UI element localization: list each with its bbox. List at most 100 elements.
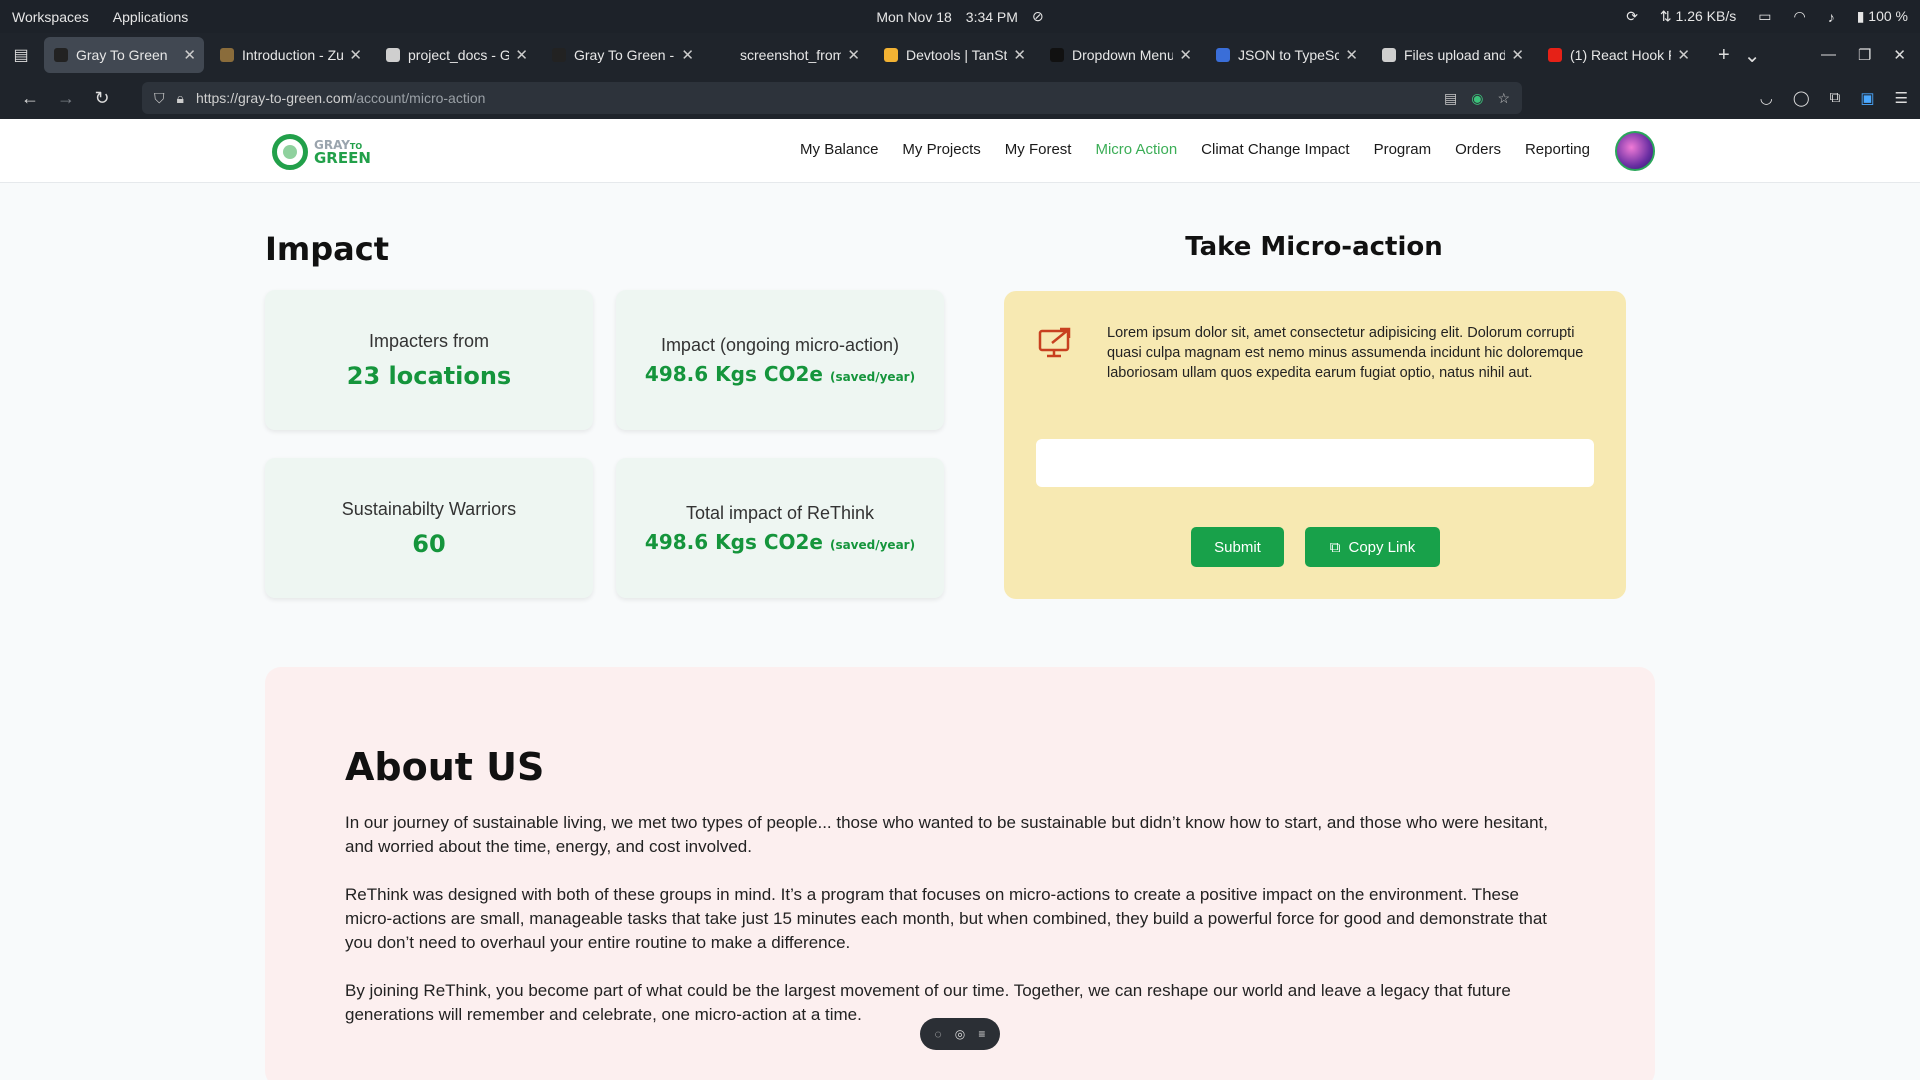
browser-tab-strip: ▤ Gray To Green ✕ Introduction - Zu ✕ projec… [0, 33, 1920, 77]
browser-tab[interactable]: Gray To Green - ✕ [542, 37, 702, 73]
logo-mark-icon [272, 134, 308, 170]
tab-list-dropdown-icon[interactable]: ⌄ [1744, 43, 1761, 68]
workspaces-menu[interactable]: Workspaces [12, 9, 89, 25]
tab-label: screenshot_from_20 [740, 47, 842, 63]
shield-icon[interactable]: ⛉ [154, 90, 165, 107]
tab-close-icon[interactable]: ✕ [1013, 46, 1026, 64]
logo-bottom-text: GREEN [314, 148, 371, 167]
browser-tab[interactable]: JSON to TypeScr ✕ [1206, 37, 1366, 73]
avatar[interactable] [1615, 131, 1655, 171]
camera-icon[interactable]: ◎ [955, 1027, 965, 1041]
micro-action-input[interactable] [1036, 439, 1594, 487]
copy-link-button[interactable]: ⧉ Copy Link [1305, 527, 1440, 567]
browser-tab[interactable]: Gray To Green ✕ [44, 37, 204, 73]
new-tab-icon[interactable]: + [1718, 44, 1730, 67]
impact-card-locations: Impacters from 23 locations [265, 290, 593, 430]
tab-label: (1) React Hook F [1570, 47, 1672, 63]
tab-label: JSON to TypeScr [1238, 47, 1340, 63]
tab-close-icon[interactable]: ✕ [681, 46, 694, 64]
bookmark-star-icon[interactable]: ☆ [1497, 90, 1510, 107]
card-label: Sustainabilty Warriors [341, 498, 517, 519]
impact-card-total: Total impact of ReThink 498.6 Kgs CO2e (… [616, 458, 944, 598]
pocket-icon[interactable]: ◡ [1760, 89, 1773, 107]
chat-icon[interactable]: ◌ [935, 1027, 942, 1041]
submit-button[interactable]: Submit [1191, 527, 1284, 567]
browser-tab[interactable]: Introduction - Zu ✕ [210, 37, 370, 73]
nav-item-my-balance[interactable]: My Balance [800, 141, 878, 158]
extensions-icon[interactable]: ⧉ [1830, 89, 1841, 107]
extension-badge-icon[interactable]: ▣ [1860, 89, 1874, 107]
nav-item-orders[interactable]: Orders [1455, 141, 1501, 158]
browser-tab[interactable]: screenshot_from_20 ✕ [708, 37, 868, 73]
url-bar[interactable]: ⛉ 🔒︎ https://gray-to-green.com/account/m… [142, 82, 1522, 114]
tab-favicon-icon [1216, 48, 1230, 62]
notifications-off-icon[interactable]: ⊘ [1032, 8, 1044, 25]
about-paragraph-2: ReThink was designed with both of these … [345, 885, 1547, 952]
nav-item-micro-action[interactable]: Micro Action [1095, 141, 1177, 158]
tab-close-icon[interactable]: ✕ [1345, 46, 1358, 64]
about-paragraph-1: In our journey of sustainable living, we… [345, 813, 1548, 856]
extension-green-icon[interactable]: ◉ [1471, 90, 1483, 107]
card-value-text: 23 locations [346, 361, 512, 390]
tab-favicon-icon [1548, 48, 1562, 62]
reload-icon[interactable]: ↻ [84, 88, 120, 109]
reader-view-icon[interactable]: ▤ [1444, 90, 1457, 107]
card-value-text: 498.6 Kgs CO2e [644, 361, 823, 386]
applications-menu[interactable]: Applications [113, 9, 189, 25]
tab-close-icon[interactable]: ✕ [1511, 46, 1524, 64]
restore-icon[interactable]: ❐ [1858, 46, 1871, 64]
minimize-icon[interactable]: — [1821, 46, 1836, 64]
tab-close-icon[interactable]: ✕ [1179, 46, 1192, 64]
sync-icon[interactable]: ⟳ [1626, 8, 1638, 25]
nav-item-my-projects[interactable]: My Projects [902, 141, 980, 158]
copy-link-label: Copy Link [1348, 538, 1416, 556]
volume-icon[interactable]: ♪ [1828, 9, 1835, 25]
clock-date[interactable]: Mon Nov 18 [876, 9, 951, 25]
forward-icon[interactable]: → [48, 88, 84, 109]
nav-item-my-forest[interactable]: My Forest [1005, 141, 1072, 158]
impact-card-ongoing: Impact (ongoing micro-action) 498.6 Kgs … [616, 290, 944, 430]
close-window-icon[interactable]: ✕ [1893, 46, 1906, 64]
nav-item-program[interactable]: Program [1374, 141, 1432, 158]
tab-label: Devtools | TanSta [906, 47, 1008, 63]
browser-toolbar: ← → ↻ ⛉ 🔒︎ https://gray-to-green.com/acc… [0, 77, 1920, 119]
site-logo[interactable]: GRAYTO GREEN [272, 134, 371, 170]
wifi-icon[interactable]: ◠ [1793, 8, 1805, 25]
logo-wordmark: GRAYTO GREEN [314, 139, 371, 166]
tab-favicon-icon [552, 48, 566, 62]
battery-indicator[interactable]: ▮ 100 % [1857, 8, 1908, 25]
tab-favicon-icon [220, 48, 234, 62]
lock-icon[interactable]: 🔒︎ [177, 90, 184, 107]
browser-tab[interactable]: Files upload and ✕ [1372, 37, 1532, 73]
menu-lines-icon[interactable]: ≡ [978, 1027, 985, 1041]
url-host[interactable]: https://gray-to-green.com [196, 90, 352, 106]
tab-close-icon[interactable]: ✕ [515, 46, 528, 64]
browser-tab[interactable]: Dropdown Menu ✕ [1040, 37, 1200, 73]
menu-icon[interactable]: ☰ [1895, 89, 1908, 107]
tab-close-icon[interactable]: ✕ [1677, 46, 1690, 64]
account-icon[interactable]: ◯ [1793, 89, 1810, 107]
card-unit: (saved/year) [829, 537, 916, 552]
browser-tab[interactable]: project_docs - G ✕ [376, 37, 536, 73]
card-label: Impact (ongoing micro-action) [660, 334, 900, 355]
tab-close-icon[interactable]: ✕ [847, 46, 860, 64]
tab-favicon-icon [386, 48, 400, 62]
about-title: About US [345, 745, 545, 789]
display-icon[interactable]: ▭ [1758, 8, 1771, 25]
nav-item-climat-change-impact[interactable]: Climat Change Impact [1201, 141, 1349, 158]
tab-close-icon[interactable]: ✕ [349, 46, 362, 64]
browser-tab[interactable]: (1) React Hook F ✕ [1538, 37, 1698, 73]
impact-title: Impact [265, 230, 390, 268]
card-value: 23 locations [347, 362, 511, 390]
network-speed: ⇅ 1.26 KB/s [1659, 8, 1737, 24]
browser-tab[interactable]: Devtools | TanSta ✕ [874, 37, 1034, 73]
back-icon[interactable]: ← [12, 88, 48, 109]
tab-close-icon[interactable]: ✕ [183, 46, 196, 64]
tab-overview-icon[interactable]: ▤ [8, 42, 34, 68]
tab-list: Gray To Green ✕ Introduction - Zu ✕ project_… [44, 37, 1704, 73]
url-path[interactable]: /account/micro-action [352, 90, 485, 106]
card-value: 498.6 Kgs CO2e (saved/year) [645, 362, 915, 386]
copy-icon: ⧉ [1329, 538, 1341, 556]
clock-time[interactable]: 3:34 PM [966, 9, 1018, 25]
nav-item-reporting[interactable]: Reporting [1525, 141, 1590, 158]
